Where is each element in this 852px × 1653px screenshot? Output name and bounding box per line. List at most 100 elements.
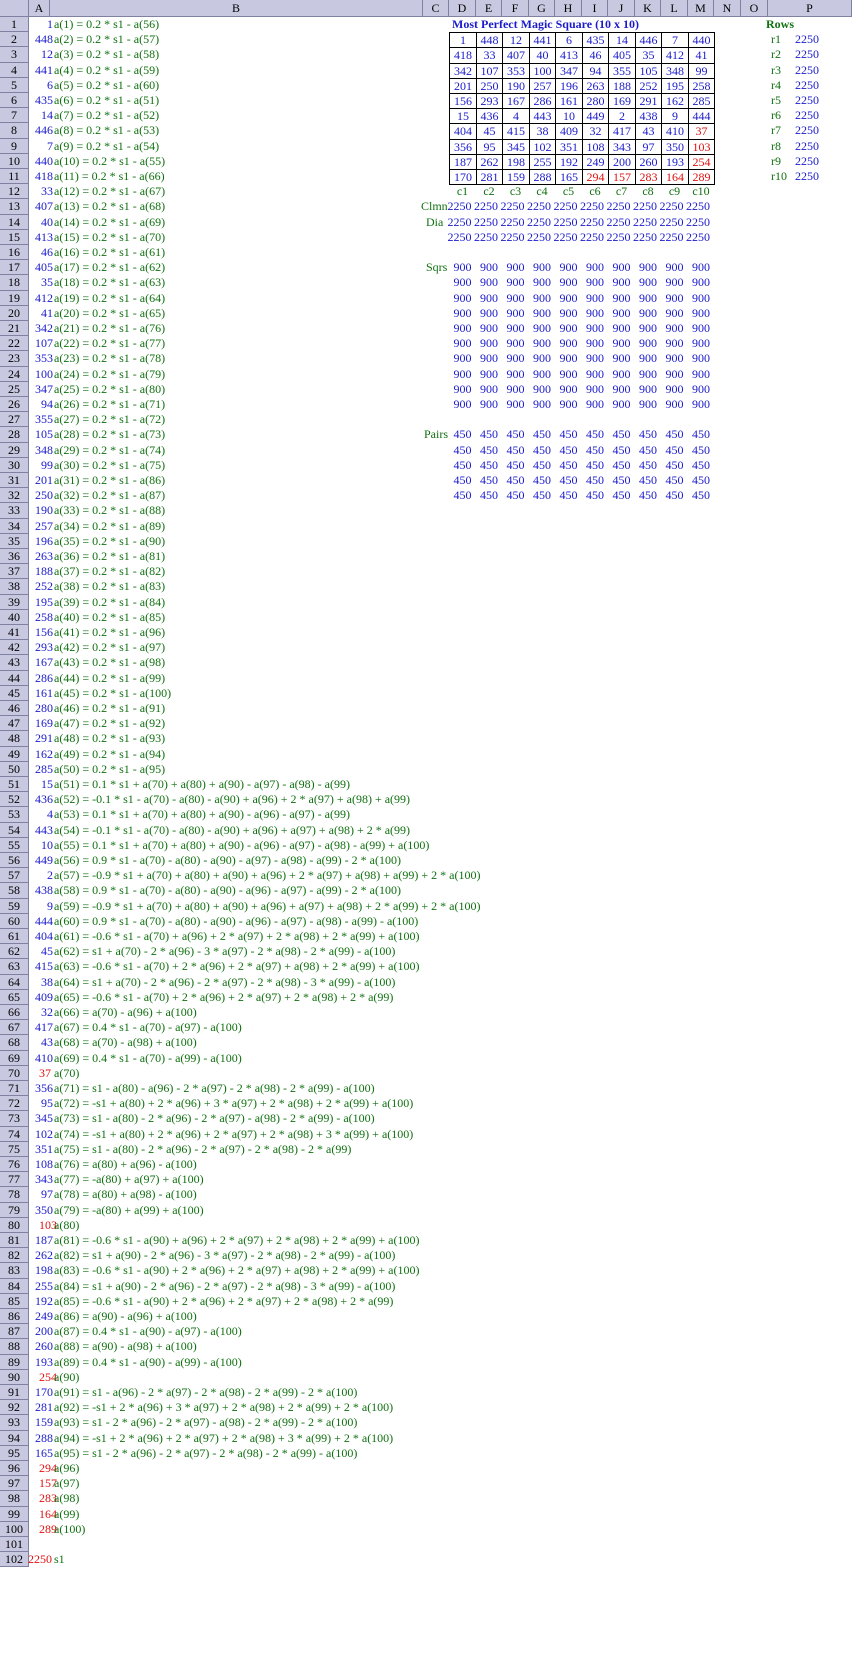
- row-header[interactable]: 68: [0, 1035, 29, 1051]
- entry-formula[interactable]: a(11) = 0.2 * s1 - a(66): [54, 169, 165, 184]
- row-header[interactable]: 75: [0, 1141, 29, 1157]
- sqrs-value[interactable]: 900: [661, 275, 688, 290]
- entry-value[interactable]: 440: [29, 154, 53, 169]
- sum-value[interactable]: 2250: [631, 230, 659, 245]
- entry-formula[interactable]: a(84) = s1 + a(90) - 2 * a(96) - 2 * a(9…: [54, 1279, 395, 1294]
- sqrs-value[interactable]: 900: [635, 275, 661, 290]
- sqrs-value[interactable]: 900: [688, 291, 714, 306]
- sqrs-value[interactable]: 900: [502, 397, 529, 412]
- entry-value[interactable]: 193: [29, 1355, 53, 1370]
- entry-formula[interactable]: a(4) = 0.2 * s1 - a(59): [54, 63, 159, 78]
- entry-value[interactable]: 281: [29, 1400, 53, 1415]
- magic-square-cell[interactable]: 162: [661, 93, 689, 110]
- row-header[interactable]: 33: [0, 503, 29, 519]
- magic-square-cell[interactable]: 46: [582, 47, 609, 64]
- entry-value[interactable]: 41: [29, 306, 53, 321]
- entry-formula[interactable]: a(33) = 0.2 * s1 - a(88): [54, 503, 165, 518]
- entry-value[interactable]: 167: [29, 655, 53, 670]
- magic-square-cell[interactable]: 164: [661, 169, 689, 186]
- sqrs-value[interactable]: 900: [476, 275, 502, 290]
- pairs-value[interactable]: 450: [661, 458, 688, 473]
- magic-square-cell[interactable]: 97: [635, 138, 662, 155]
- magic-square-cell[interactable]: 9: [661, 108, 689, 125]
- entry-value[interactable]: 285: [29, 762, 53, 777]
- pairs-value[interactable]: 450: [502, 458, 529, 473]
- row-header[interactable]: 28: [0, 427, 29, 443]
- magic-square-cell[interactable]: 343: [608, 138, 636, 155]
- row-header[interactable]: 82: [0, 1248, 29, 1264]
- entry-value[interactable]: 407: [29, 199, 53, 214]
- magic-square-cell[interactable]: 281: [476, 169, 503, 186]
- row-sum[interactable]: 2250: [795, 139, 819, 154]
- row-header[interactable]: 99: [0, 1506, 29, 1522]
- entry-value[interactable]: 353: [29, 351, 53, 366]
- magic-square-cell[interactable]: 156: [449, 93, 477, 110]
- row-header[interactable]: 10: [0, 153, 29, 169]
- magic-square-cell[interactable]: 6: [555, 32, 583, 49]
- row-header[interactable]: 42: [0, 640, 29, 656]
- row-sum[interactable]: 2250: [795, 123, 819, 138]
- magic-square-cell[interactable]: 196: [555, 77, 583, 94]
- row-header[interactable]: 1: [0, 17, 29, 33]
- magic-square-cell[interactable]: 254: [688, 153, 715, 170]
- row-header[interactable]: 72: [0, 1096, 29, 1112]
- entry-value[interactable]: 15: [29, 777, 53, 792]
- magic-square-cell[interactable]: 444: [688, 108, 715, 125]
- entry-formula[interactable]: a(1) = 0.2 * s1 - a(56): [54, 17, 159, 32]
- pairs-value[interactable]: 450: [582, 473, 608, 488]
- magic-square-cell[interactable]: 441: [529, 32, 556, 49]
- sqrs-value[interactable]: 900: [529, 397, 555, 412]
- column-header-e[interactable]: E: [476, 0, 502, 17]
- entry-formula[interactable]: a(16) = 0.2 * s1 - a(61): [54, 245, 165, 260]
- magic-square-cell[interactable]: 157: [608, 169, 636, 186]
- pairs-value[interactable]: 450: [661, 473, 688, 488]
- entry-value[interactable]: 412: [29, 291, 53, 306]
- sqrs-value[interactable]: 900: [502, 306, 529, 321]
- entry-formula[interactable]: a(53) = 0.1 * s1 + a(70) + a(80) + a(90)…: [54, 807, 350, 822]
- sum-value[interactable]: 2250: [525, 215, 553, 230]
- column-header-a[interactable]: A: [29, 0, 50, 17]
- sqrs-value[interactable]: 900: [529, 321, 555, 336]
- sum-value[interactable]: 2250: [684, 215, 712, 230]
- sqrs-value[interactable]: 900: [555, 336, 582, 351]
- row-header[interactable]: 91: [0, 1385, 29, 1401]
- entry-formula[interactable]: a(72) = -s1 + a(80) + 2 * a(96) + 3 * a(…: [54, 1096, 413, 1111]
- magic-square-cell[interactable]: 435: [582, 32, 609, 49]
- entry-value[interactable]: 345: [29, 1111, 53, 1126]
- pairs-value[interactable]: 450: [635, 458, 661, 473]
- row-sum[interactable]: 2250: [795, 47, 819, 62]
- sqrs-value[interactable]: 900: [529, 306, 555, 321]
- magic-square-cell[interactable]: 446: [635, 32, 662, 49]
- row-header[interactable]: 13: [0, 199, 29, 215]
- pairs-value[interactable]: 450: [635, 443, 661, 458]
- entry-formula[interactable]: a(45) = 0.2 * s1 - a(100): [54, 686, 171, 701]
- magic-square-cell[interactable]: 255: [529, 153, 556, 170]
- sum-value[interactable]: 2250: [498, 230, 527, 245]
- entry-formula[interactable]: a(89) = 0.4 * s1 - a(90) - a(99) - a(100…: [54, 1355, 242, 1370]
- sqrs-value[interactable]: 900: [661, 367, 688, 382]
- row-header[interactable]: 14: [0, 214, 29, 230]
- sqrs-value[interactable]: 900: [688, 260, 714, 275]
- magic-square-cell[interactable]: 99: [688, 62, 715, 79]
- entry-formula[interactable]: a(22) = 0.2 * s1 - a(77): [54, 336, 165, 351]
- entry-value[interactable]: 280: [29, 701, 53, 716]
- pairs-value[interactable]: 450: [688, 443, 714, 458]
- entry-value[interactable]: 165: [29, 1446, 53, 1461]
- entry-value[interactable]: 100: [29, 367, 53, 382]
- pairs-value[interactable]: 450: [555, 458, 582, 473]
- entry-value[interactable]: 257: [29, 519, 53, 534]
- entry-formula[interactable]: a(6) = 0.2 * s1 - a(51): [54, 93, 159, 108]
- magic-square-cell[interactable]: 198: [502, 153, 530, 170]
- sqrs-value[interactable]: 900: [688, 397, 714, 412]
- sqrs-value[interactable]: 900: [476, 397, 502, 412]
- entry-formula[interactable]: a(93) = s1 - 2 * a(96) - 2 * a(97) - a(9…: [54, 1415, 357, 1430]
- entry-value[interactable]: 343: [29, 1172, 53, 1187]
- column-header-j[interactable]: J: [608, 0, 635, 17]
- row-sum[interactable]: 2250: [795, 93, 819, 108]
- magic-square-cell[interactable]: 95: [476, 138, 503, 155]
- entry-formula[interactable]: a(5) = 0.2 * s1 - a(60): [54, 78, 159, 93]
- column-header-c[interactable]: C: [423, 0, 449, 17]
- row-header[interactable]: 53: [0, 807, 29, 823]
- magic-square-cell[interactable]: 418: [449, 47, 477, 64]
- row-header[interactable]: 47: [0, 716, 29, 732]
